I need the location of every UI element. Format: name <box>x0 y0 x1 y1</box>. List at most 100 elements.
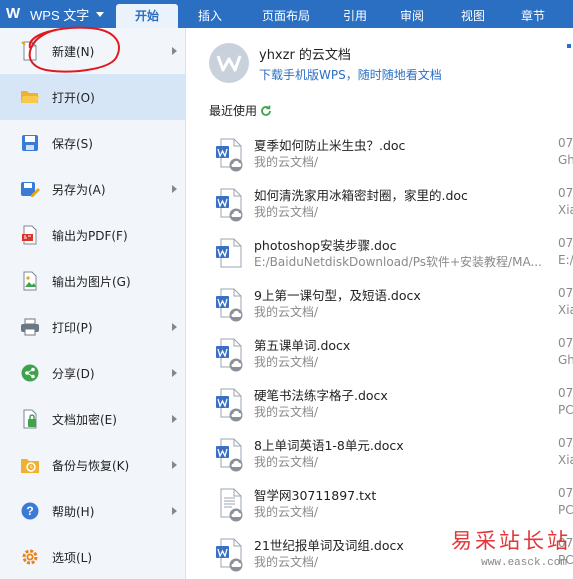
menu-item-label: 选项(L) <box>52 550 93 565</box>
menu-item-share[interactable]: 分享(D) <box>0 350 185 396</box>
recent-heading-label: 最近使用 <box>209 104 258 118</box>
file-path: 我的云文档/ <box>254 505 319 519</box>
file-path: 我的云文档/ <box>254 455 319 469</box>
file-location: Gh <box>558 353 573 367</box>
image-export-icon <box>20 271 40 291</box>
file-name: 智学网30711897.txt <box>254 488 377 503</box>
file-path: 我的云文档/ <box>254 305 319 319</box>
word-document-icon <box>216 288 243 322</box>
menu-item-export-image[interactable]: 输出为图片(G) <box>0 258 185 304</box>
list-item[interactable]: 9上第一课句型，及短语.docx 我的云文档/ 07 Xia <box>187 278 573 328</box>
wps-logo-icon: W <box>6 5 21 22</box>
svg-text:?: ? <box>26 504 33 518</box>
backup-restore-icon <box>20 455 40 475</box>
list-item[interactable]: 如何清洗家用冰箱密封圈，家里的.doc 我的云文档/ 07 Xia <box>187 178 573 228</box>
tab-insert[interactable]: 插入 <box>178 4 242 28</box>
word-document-icon <box>216 438 243 472</box>
folder-open-icon <box>20 87 40 107</box>
file-menu: 新建(N) 打开(O) 保存(S) 另存为(A) 输出为PDF(F) 输出为图片… <box>0 28 186 579</box>
list-item[interactable]: 智学网30711897.txt 我的云文档/ 07 PC <box>187 478 573 528</box>
menu-item-export-pdf[interactable]: 输出为PDF(F) <box>0 212 185 258</box>
menu-item-label: 打印(P) <box>52 320 93 335</box>
pdf-export-icon <box>20 225 40 245</box>
list-item[interactable]: 21世纪报单词及词组.docx 我的云文档/ 07 PC <box>187 528 573 578</box>
tab-chapter[interactable]: 章节 <box>502 4 564 28</box>
list-item[interactable]: 第五课单词.docx 我的云文档/ 07 Gh <box>187 328 573 378</box>
lock-document-icon <box>20 409 40 429</box>
menu-item-help[interactable]: ? 帮助(H) <box>0 488 185 534</box>
word-document-icon <box>216 188 243 222</box>
file-path: 我的云文档/ <box>254 405 319 419</box>
file-name: 8上单词英语1-8单元.docx <box>254 438 404 453</box>
list-item[interactable]: photoshop安装步骤.doc E:/BaiduNetdiskDownloa… <box>187 228 573 278</box>
menu-item-label: 文档加密(E) <box>52 412 117 427</box>
cloud-account-name[interactable]: yhxzr 的云文档 <box>259 44 351 63</box>
file-date: 07 <box>558 186 573 200</box>
help-icon: ? <box>20 501 40 521</box>
submenu-arrow-icon <box>172 507 177 515</box>
submenu-arrow-icon <box>172 415 177 423</box>
menu-item-label: 备份与恢复(K) <box>52 458 130 473</box>
list-item[interactable]: 夏季如何防止米生虫？.doc 我的云文档/ 07 Gh <box>187 128 573 178</box>
tab-more[interactable]: 开 <box>564 4 573 28</box>
file-location: Gh <box>558 153 573 167</box>
tab-references[interactable]: 引用 <box>330 4 380 28</box>
file-path: 我的云文档/ <box>254 205 319 219</box>
tab-page-layout[interactable]: 页面布局 <box>242 4 330 28</box>
file-date: 07 <box>558 486 573 500</box>
tab-review[interactable]: 审阅 <box>380 4 444 28</box>
file-location: Xia <box>558 203 573 217</box>
file-location: PC <box>558 553 573 567</box>
file-name: 第五课单词.docx <box>254 338 351 353</box>
file-path: 我的云文档/ <box>254 155 319 169</box>
submenu-arrow-icon <box>172 369 177 377</box>
menu-item-options[interactable]: 选项(L) <box>0 534 185 579</box>
app-menu-button[interactable]: W WPS 文字 <box>0 0 112 28</box>
save-icon <box>20 133 40 153</box>
word-document-icon <box>216 138 243 172</box>
file-name: 夏季如何防止米生虫？.doc <box>254 138 406 153</box>
file-date: 07 <box>558 136 573 150</box>
word-document-icon <box>216 538 243 572</box>
list-item[interactable]: 硬笔书法练字格子.docx 我的云文档/ 07 PC <box>187 378 573 428</box>
app-name: WPS 文字 <box>30 7 90 23</box>
share-icon <box>20 363 40 383</box>
file-date: 07 <box>558 236 573 250</box>
file-date: 07 <box>558 336 573 350</box>
recent-documents-panel: yhxzr 的云文档 下载手机版WPS，随时随地看文档 最近使用 夏季如何防止米… <box>187 28 573 579</box>
file-location: PC <box>558 503 573 517</box>
menu-item-label: 新建(N) <box>52 44 95 59</box>
title-bar: W WPS 文字 开始 插入 页面布局 引用 审阅 视图 章节 开 <box>0 0 573 28</box>
file-location: Xia <box>558 453 573 467</box>
tab-home[interactable]: 开始 <box>116 4 178 28</box>
menu-item-backup[interactable]: 备份与恢复(K) <box>0 442 185 488</box>
file-location: PC <box>558 403 573 417</box>
word-document-icon <box>216 388 243 422</box>
panel-edge-mark <box>567 44 571 48</box>
download-mobile-link[interactable]: 下载手机版WPS，随时随地看文档 <box>259 66 442 83</box>
menu-item-open[interactable]: 打开(O) <box>0 74 185 120</box>
file-location: E:/ <box>558 253 573 267</box>
text-document-icon <box>220 488 243 522</box>
file-name: 21世纪报单词及词组.docx <box>254 538 404 553</box>
file-path: 我的云文档/ <box>254 355 319 369</box>
menu-item-label: 打开(O) <box>52 90 95 105</box>
file-name: 9上第一课句型，及短语.docx <box>254 288 421 303</box>
file-date: 07 <box>558 536 573 550</box>
file-name: photoshop安装步骤.doc <box>254 238 397 253</box>
file-location: Xia <box>558 303 573 317</box>
file-date: 07 <box>558 386 573 400</box>
list-item[interactable]: 8上单词英语1-8单元.docx 我的云文档/ 07 Xia <box>187 428 573 478</box>
recent-heading: 最近使用 <box>209 102 272 119</box>
file-path: E:/BaiduNetdiskDownload/Ps软件+安装教程/MA... <box>254 255 542 269</box>
refresh-icon[interactable] <box>260 105 272 117</box>
tab-view[interactable]: 视图 <box>444 4 502 28</box>
file-date: 07 <box>558 436 573 450</box>
submenu-arrow-icon <box>172 185 177 193</box>
menu-item-new[interactable]: 新建(N) <box>0 28 185 74</box>
avatar[interactable] <box>209 43 249 83</box>
menu-item-encrypt[interactable]: 文档加密(E) <box>0 396 185 442</box>
menu-item-save-as[interactable]: 另存为(A) <box>0 166 185 212</box>
menu-item-print[interactable]: 打印(P) <box>0 304 185 350</box>
menu-item-save[interactable]: 保存(S) <box>0 120 185 166</box>
